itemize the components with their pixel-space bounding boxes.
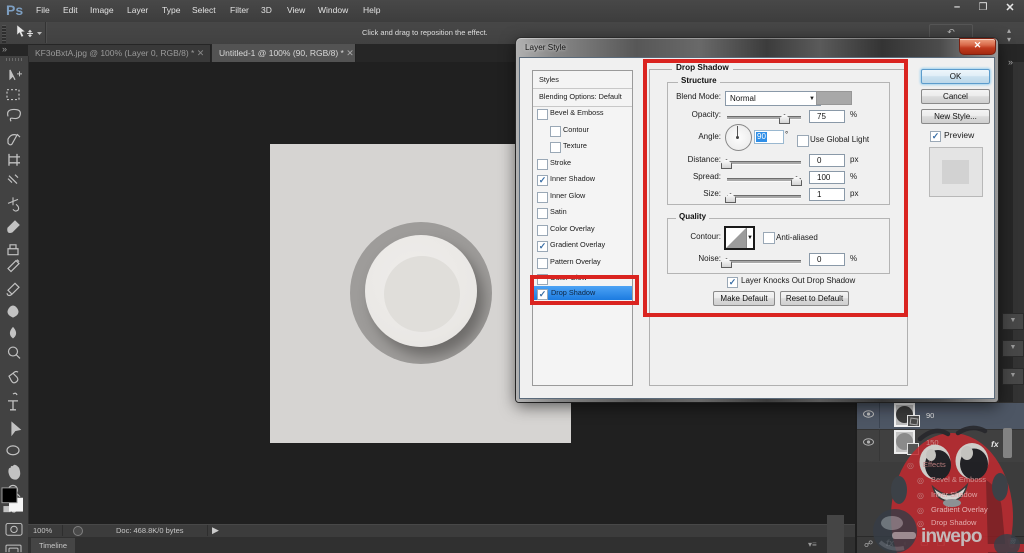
svg-text:inwepo: inwepo bbox=[921, 526, 982, 547]
